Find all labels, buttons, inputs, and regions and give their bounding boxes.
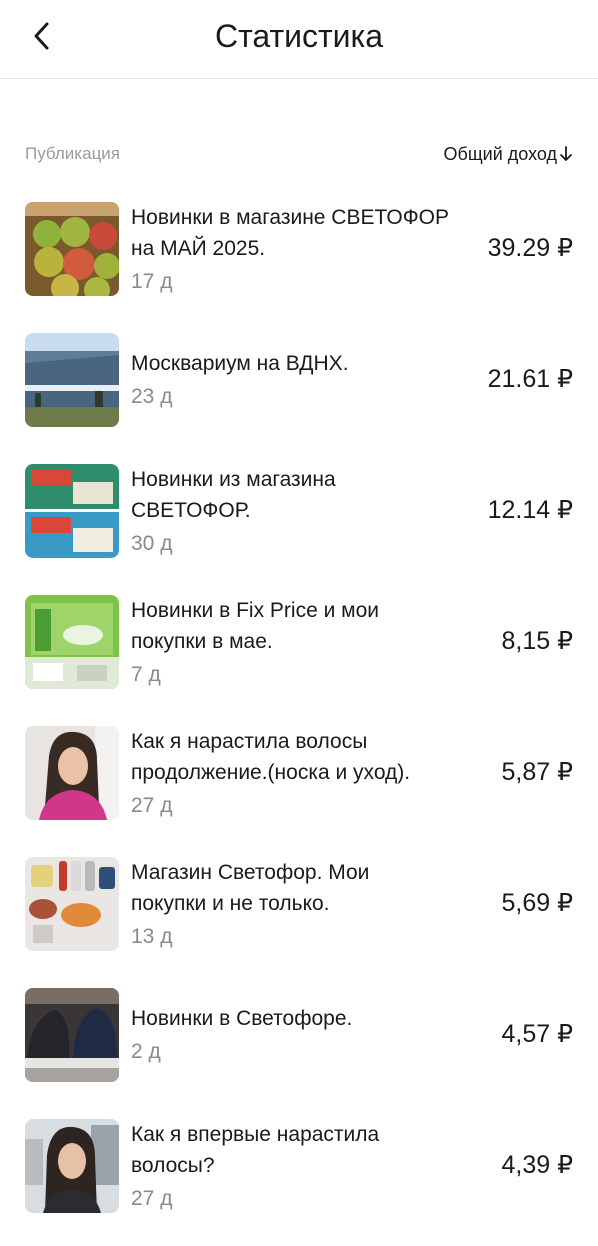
publication-age: 17 д	[131, 270, 173, 293]
publication-row[interactable]: Новинки в магазине СВЕТОФОР на МАЙ 2025.…	[0, 198, 598, 329]
publication-title-line1: Москвариум на ВДНХ.	[131, 352, 349, 375]
publication-thumbnail	[25, 726, 119, 820]
publication-title-line1: Новинки в Светофоре.	[131, 1007, 353, 1030]
publication-title-line1: Новинки из магазина	[131, 468, 336, 491]
publication-thumbnail	[25, 202, 119, 296]
publication-title-line2: СВЕТОФОР.	[131, 499, 251, 522]
publication-title-line2: на МАЙ 2025.	[131, 237, 266, 260]
publication-income: 4,57 ₽	[501, 1020, 573, 1048]
publication-row[interactable]: Как я нарастила волосы продолжение.(носк…	[0, 722, 598, 853]
publication-age: 2 д	[131, 1040, 161, 1063]
publication-list: Новинки в магазине СВЕТОФОР на МАЙ 2025.…	[0, 198, 598, 1246]
column-header-publication: Публикация	[25, 144, 121, 163]
publication-age: 7 д	[131, 663, 161, 686]
publication-row[interactable]: Магазин Светофор. Мои покупки и не тольк…	[0, 853, 598, 984]
publication-title-line2: волосы?	[131, 1154, 215, 1177]
publication-title-line1: Как я нарастила волосы	[131, 730, 368, 753]
publication-age: 27 д	[131, 794, 173, 817]
publication-age: 27 д	[131, 1187, 173, 1210]
publication-thumbnail	[25, 464, 119, 558]
publication-row[interactable]: Новинки в Fix Price и мои покупки в мае.…	[0, 591, 598, 722]
publication-thumbnail	[25, 988, 119, 1082]
publication-income: 12.14 ₽	[487, 496, 573, 524]
publication-age: 23 д	[131, 385, 173, 408]
sort-by-income-button[interactable]: Общий доход	[444, 144, 573, 165]
publication-row[interactable]: Москвариум на ВДНХ. 23 д 21.61 ₽	[0, 329, 598, 460]
top-bar: Статистика	[0, 0, 598, 79]
publication-thumbnail	[25, 595, 119, 689]
publication-income: 5,87 ₽	[501, 758, 573, 786]
publication-thumbnail	[25, 333, 119, 427]
column-header-income: Общий доход	[443, 143, 557, 164]
publication-age: 30 д	[131, 532, 173, 555]
publication-title-line2: покупки в мае.	[131, 630, 273, 653]
publication-thumbnail	[25, 1119, 119, 1213]
publication-thumbnail	[25, 857, 119, 951]
publication-income: 5,69 ₽	[501, 889, 573, 917]
publication-row[interactable]: Как я впервые нарастила волосы? 27 д 4,3…	[0, 1115, 598, 1246]
publication-title-line1: Как я впервые нарастила	[131, 1123, 380, 1146]
publication-title-line2: продолжение.(носка и уход).	[131, 761, 411, 784]
publication-income: 4,39 ₽	[501, 1151, 573, 1179]
publication-row[interactable]: Новинки из магазина СВЕТОФОР. 30 д 12.14…	[0, 460, 598, 591]
publication-row[interactable]: Новинки в Светофоре. 2 д 4,57 ₽	[0, 984, 598, 1115]
publication-income: 21.61 ₽	[487, 365, 573, 393]
column-headers: Публикация Общий доход	[25, 140, 573, 168]
publication-title-line1: Новинки в магазине СВЕТОФОР	[131, 206, 450, 229]
arrow-down-icon	[560, 146, 572, 161]
publication-title-line2: покупки и не только.	[131, 892, 330, 915]
publication-age: 13 д	[131, 925, 173, 948]
publication-title-line1: Новинки в Fix Price и мои	[131, 599, 379, 622]
page-title: Статистика	[214, 18, 384, 54]
publication-title-line1: Магазин Светофор. Мои	[131, 861, 370, 884]
publication-income: 39.29 ₽	[487, 234, 573, 262]
publication-income: 8,15 ₽	[501, 627, 573, 655]
